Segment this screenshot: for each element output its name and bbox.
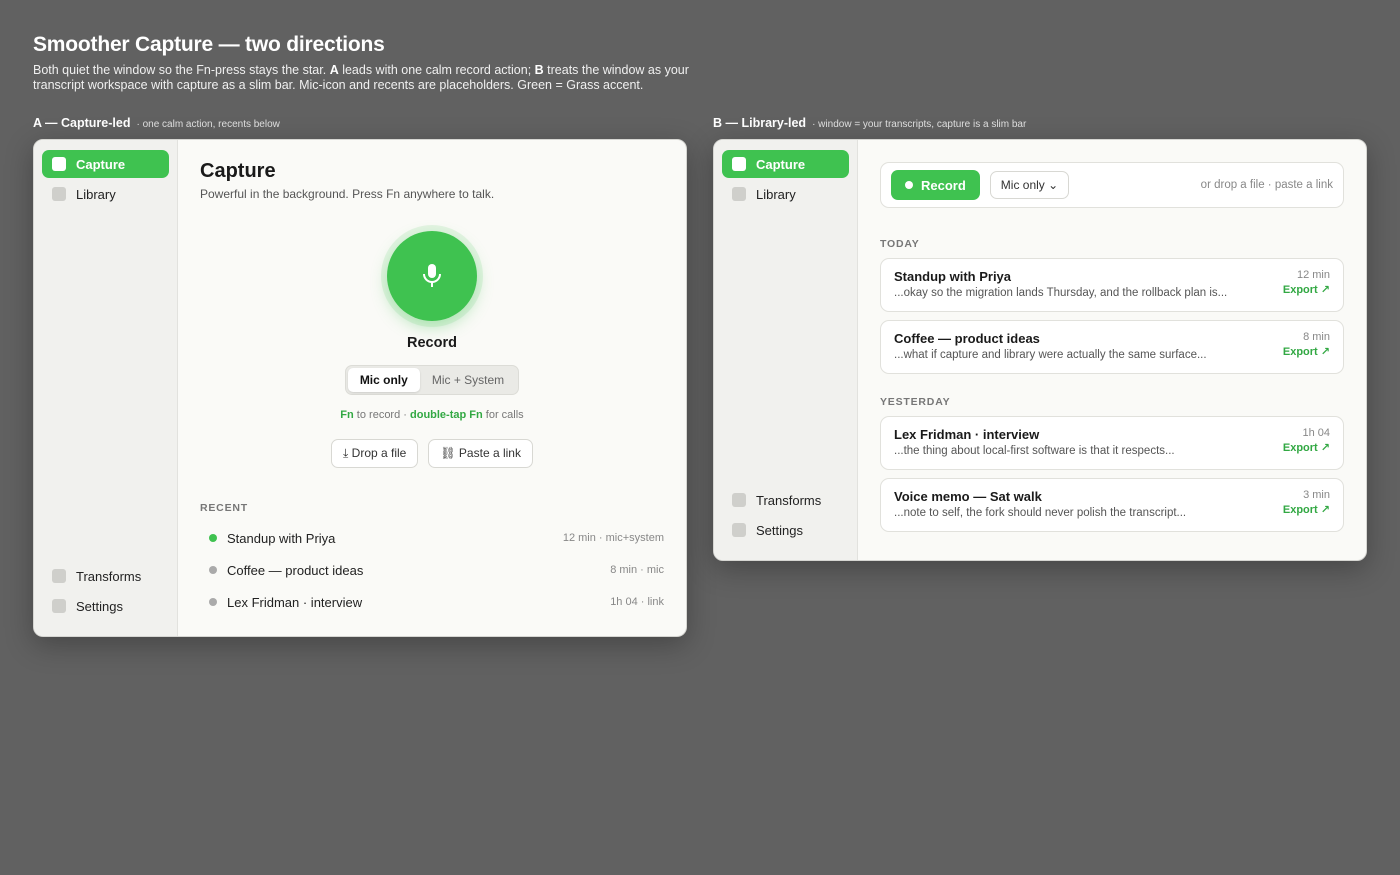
sidebar-item-transforms[interactable]: Transforms xyxy=(722,486,849,514)
sidebar-item-settings[interactable]: Settings xyxy=(722,516,849,544)
list-item[interactable]: Lex Fridman · interview 1h 04 · link xyxy=(200,586,664,618)
settings-icon xyxy=(732,523,746,537)
segment-mic-only[interactable]: Mic only xyxy=(347,368,420,392)
capture-bar: Record Mic only ⌄ or drop a file · paste… xyxy=(880,162,1344,208)
transforms-icon xyxy=(52,569,66,583)
capture-subtitle: Powerful in the background. Press Fn any… xyxy=(200,187,495,201)
segment-mic-system[interactable]: Mic + System xyxy=(420,368,516,392)
status-dot xyxy=(209,566,217,574)
transcript-card[interactable]: Voice memo — Sat walk ...note to self, th… xyxy=(880,478,1344,532)
recent-heading: RECENT xyxy=(200,502,248,514)
transcript-card[interactable]: Standup with Priya ...okay so the migrati… xyxy=(880,258,1344,312)
page-header: Smoother Capture — two directions Both q… xyxy=(33,33,1033,92)
sidebar: Capture Library Transforms Settings xyxy=(34,140,178,636)
transforms-icon xyxy=(732,493,746,507)
status-dot xyxy=(209,598,217,606)
sidebar-item-library[interactable]: Library xyxy=(42,180,169,208)
record-label: Record xyxy=(407,335,457,351)
variant-b-label: B — Library-led · window = your transcrip… xyxy=(713,116,1027,130)
drop-file-button[interactable]: ⤓ Drop a file xyxy=(331,439,419,468)
shortcut-hint: Fn to record · double-tap Fn for calls xyxy=(340,409,524,421)
recent-list: Standup with Priya 12 min · mic+system Co… xyxy=(200,522,664,618)
library-icon xyxy=(52,187,66,201)
library-icon xyxy=(732,187,746,201)
list-item[interactable]: Standup with Priya 12 min · mic+system xyxy=(200,522,664,554)
variant-a-label: A — Capture-led · one calm action, recent… xyxy=(33,116,280,130)
mic-source-select[interactable]: Mic only ⌄ xyxy=(989,171,1070,199)
sidebar-item-capture[interactable]: Capture xyxy=(722,150,849,178)
library-panel: Record Mic only ⌄ or drop a file · paste… xyxy=(858,140,1366,560)
capture-title: Capture xyxy=(200,160,276,182)
window-capture-led: Capture Library Transforms Settings Capt… xyxy=(33,139,687,637)
sidebar-item-settings[interactable]: Settings xyxy=(42,592,169,620)
section-heading-yesterday: YESTERDAY xyxy=(880,396,951,408)
sidebar: Capture Library Transforms Settings xyxy=(714,140,858,560)
capture-icon xyxy=(732,157,746,171)
record-button[interactable] xyxy=(387,231,477,321)
page-description: Both quiet the window so the Fn-press st… xyxy=(33,63,689,92)
status-dot xyxy=(209,534,217,542)
list-item[interactable]: Coffee — product ideas 8 min · mic xyxy=(200,554,664,586)
transcript-card[interactable]: Coffee — product ideas ...what if capture… xyxy=(880,320,1344,374)
settings-icon xyxy=(52,599,66,613)
export-link[interactable]: Export ↗ xyxy=(1283,345,1330,358)
transcript-card[interactable]: Lex Fridman · interview ...the thing abou… xyxy=(880,416,1344,470)
sidebar-item-library[interactable]: Library xyxy=(722,180,849,208)
microphone-icon xyxy=(423,264,441,287)
paste-link-button[interactable]: ⛓ Paste a link xyxy=(428,439,533,468)
capture-panel: Capture Powerful in the background. Pres… xyxy=(178,140,686,636)
capture-icon xyxy=(52,157,66,171)
source-segmented-control: Mic only Mic + System xyxy=(344,365,520,395)
record-button[interactable]: Record xyxy=(891,170,980,200)
window-library-led: Capture Library Transforms Settings Reco… xyxy=(713,139,1367,561)
sidebar-item-transforms[interactable]: Transforms xyxy=(42,562,169,590)
export-link[interactable]: Export ↗ xyxy=(1283,283,1330,296)
export-link[interactable]: Export ↗ xyxy=(1283,503,1330,516)
record-dot-icon xyxy=(905,181,913,189)
page-title: Smoother Capture — two directions xyxy=(33,33,385,56)
sidebar-item-capture[interactable]: Capture xyxy=(42,150,169,178)
section-heading-today: TODAY xyxy=(880,238,920,250)
drop-paste-hint: or drop a file · paste a link xyxy=(1200,179,1333,191)
export-link[interactable]: Export ↗ xyxy=(1283,441,1330,454)
